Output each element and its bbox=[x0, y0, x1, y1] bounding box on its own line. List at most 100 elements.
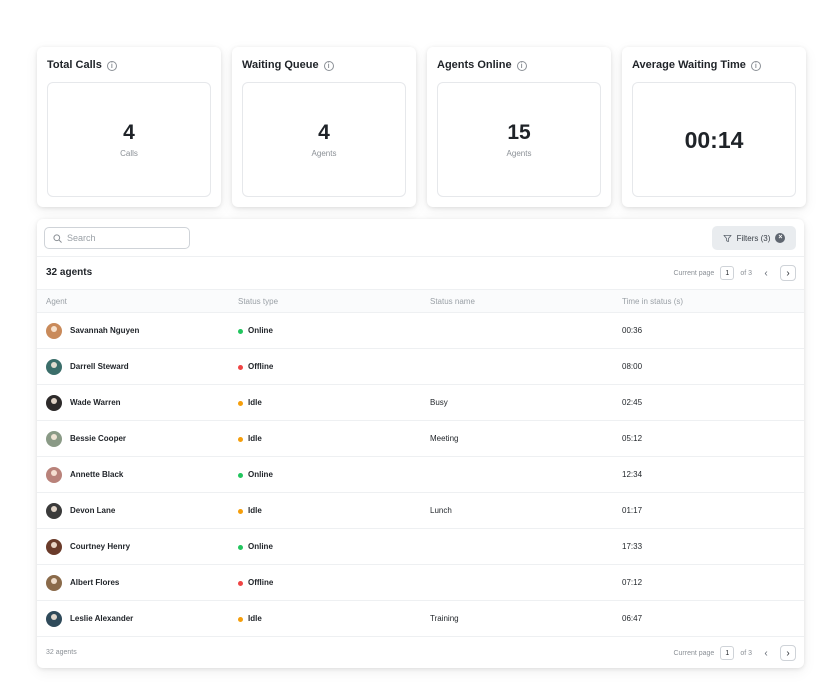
stat-value: 4 bbox=[123, 121, 135, 144]
status-type-cell: Idle bbox=[238, 601, 262, 637]
table-row[interactable]: Darrell Steward Offline 08:00 bbox=[37, 349, 804, 385]
column-header-time-in-status[interactable]: Time in status (s) bbox=[622, 290, 683, 313]
agent-cell: Darrell Steward bbox=[46, 349, 129, 385]
table-row[interactable]: Courtney Henry Online 17:33 bbox=[37, 529, 804, 565]
prev-page-icon[interactable]: ‹ bbox=[758, 265, 774, 281]
table-row[interactable]: Leslie Alexander Idle Training 06:47 bbox=[37, 601, 804, 637]
stat-value: 00:14 bbox=[684, 126, 744, 153]
agent-cell: Wade Warren bbox=[46, 385, 121, 421]
avatar bbox=[46, 359, 62, 375]
info-icon[interactable]: i bbox=[106, 61, 117, 71]
time-in-status: 02:45 bbox=[622, 398, 643, 407]
avatar bbox=[46, 575, 62, 591]
status-dot-icon bbox=[238, 508, 243, 514]
stat-unit: Calls bbox=[120, 149, 138, 158]
table-row[interactable]: Albert Flores Offline 07:12 bbox=[37, 565, 804, 601]
table-header: Agent Status type Status name Time in st… bbox=[37, 290, 804, 313]
status-type: Online bbox=[248, 326, 273, 335]
stat-box: 15 Agents bbox=[437, 82, 601, 197]
status-dot-icon bbox=[238, 328, 243, 334]
search-box[interactable] bbox=[44, 227, 190, 249]
pagination-top: Current page 1 of 3 ‹ › bbox=[673, 265, 796, 281]
agent-cell: Savannah Nguyen bbox=[46, 313, 139, 349]
column-header-status-type[interactable]: Status type bbox=[238, 290, 278, 313]
filter-icon bbox=[723, 234, 732, 242]
status-dot-icon bbox=[238, 544, 243, 550]
info-icon[interactable]: i bbox=[750, 61, 761, 71]
avatar bbox=[46, 323, 62, 339]
status-type: Offline bbox=[248, 578, 274, 587]
avatar bbox=[46, 539, 62, 555]
table-row[interactable]: Annette Black Online 12:34 bbox=[37, 457, 804, 493]
status-type: Idle bbox=[248, 506, 262, 515]
column-header-agent[interactable]: Agent bbox=[46, 290, 67, 313]
time-in-status: 00:36 bbox=[622, 326, 643, 335]
agent-name: Wade Warren bbox=[70, 398, 121, 407]
page-number-input[interactable]: 1 bbox=[720, 266, 735, 280]
agents-table-panel: Filters (3) × 32 agents Current page 1 o… bbox=[37, 219, 804, 668]
next-page-icon[interactable]: › bbox=[780, 645, 796, 661]
info-icon[interactable]: i bbox=[323, 61, 334, 71]
status-name: Training bbox=[430, 614, 459, 623]
status-type: Idle bbox=[248, 614, 262, 623]
status-type: Online bbox=[248, 542, 273, 551]
agent-cell: Courtney Henry bbox=[46, 529, 130, 565]
page-number-input[interactable]: 1 bbox=[720, 646, 735, 660]
agent-cell: Devon Lane bbox=[46, 493, 115, 529]
table-row[interactable]: Bessie Cooper Idle Meeting 05:12 bbox=[37, 421, 804, 457]
time-in-status: 06:47 bbox=[622, 614, 643, 623]
status-type-cell: Offline bbox=[238, 565, 273, 601]
table-footer: 32 agents Current page 1 of 3 ‹ › bbox=[37, 637, 804, 668]
status-name: Busy bbox=[430, 398, 448, 407]
agents-count: 32 agents bbox=[46, 267, 93, 278]
status-type: Offline bbox=[248, 362, 274, 371]
stat-title: Average Waiting Time bbox=[632, 59, 746, 71]
table-row[interactable]: Wade Warren Idle Busy 02:45 bbox=[37, 385, 804, 421]
column-header-status-name[interactable]: Status name bbox=[430, 290, 475, 313]
status-type-cell: Idle bbox=[238, 493, 262, 529]
status-dot-icon bbox=[238, 364, 243, 370]
count-bar: 32 agents Current page 1 of 3 ‹ › bbox=[37, 257, 804, 290]
agent-cell: Leslie Alexander bbox=[46, 601, 133, 637]
next-page-icon[interactable]: › bbox=[780, 265, 796, 281]
status-type-cell: Online bbox=[238, 313, 273, 349]
avatar bbox=[46, 431, 62, 447]
status-dot-icon bbox=[238, 472, 243, 478]
status-dot-icon bbox=[238, 436, 243, 442]
agent-name: Albert Flores bbox=[70, 578, 120, 587]
stat-box: 00:14 bbox=[632, 82, 796, 197]
agent-cell: Albert Flores bbox=[46, 565, 119, 601]
info-icon[interactable]: i bbox=[516, 61, 527, 71]
stat-box: 4 Calls bbox=[47, 82, 211, 197]
stat-value: 15 bbox=[507, 121, 531, 144]
agent-name: Annette Black bbox=[70, 470, 124, 479]
prev-page-icon[interactable]: ‹ bbox=[758, 645, 774, 661]
time-in-status: 05:12 bbox=[622, 434, 643, 443]
status-type-cell: Idle bbox=[238, 385, 262, 421]
status-name: Meeting bbox=[430, 434, 459, 443]
status-type: Online bbox=[248, 470, 273, 479]
stat-unit: Agents bbox=[506, 149, 532, 158]
table-row[interactable]: Devon Lane Idle Lunch 01:17 bbox=[37, 493, 804, 529]
avatar bbox=[46, 611, 62, 627]
stats-row: Total Calls i 4 Calls Waiting Queue i 4 Ag… bbox=[37, 47, 806, 207]
page-of-label: of 3 bbox=[740, 649, 752, 657]
page-of-label: of 3 bbox=[740, 269, 752, 277]
filters-label: Filters (3) bbox=[736, 233, 771, 243]
time-in-status: 12:34 bbox=[622, 470, 643, 479]
status-type: Idle bbox=[248, 398, 262, 407]
status-type-cell: Offline bbox=[238, 349, 273, 385]
clear-filters-icon[interactable]: × bbox=[775, 233, 786, 243]
status-dot-icon bbox=[238, 580, 243, 586]
time-in-status: 07:12 bbox=[622, 578, 643, 587]
filters-button[interactable]: Filters (3) × bbox=[712, 226, 796, 250]
search-input[interactable] bbox=[67, 233, 177, 243]
table-row[interactable]: Savannah Nguyen Online 00:36 bbox=[37, 313, 804, 349]
search-icon bbox=[53, 233, 62, 243]
agent-cell: Bessie Cooper bbox=[46, 421, 126, 457]
stat-title: Total Calls bbox=[47, 59, 102, 71]
agent-name: Savannah Nguyen bbox=[70, 326, 140, 335]
pagination-bottom: Current page 1 of 3 ‹ › bbox=[673, 645, 796, 661]
stat-title: Waiting Queue bbox=[242, 59, 319, 71]
time-in-status: 01:17 bbox=[622, 506, 643, 515]
